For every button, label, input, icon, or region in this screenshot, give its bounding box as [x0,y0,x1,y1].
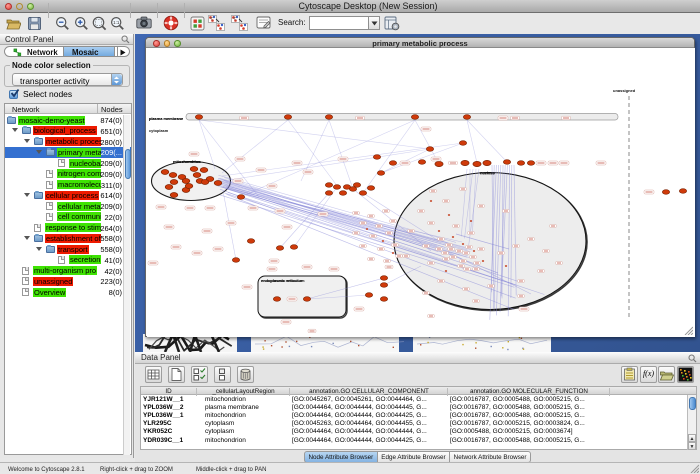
svg-text:mitochondrion: mitochondrion [173,159,201,164]
svg-text:plasma membrane: plasma membrane [149,116,184,121]
svg-text:nucleus: nucleus [480,171,495,176]
svg-text:cytoplasm: cytoplasm [149,128,169,133]
svg-text:unassigned: unassigned [613,88,636,93]
svg-text:1:1: 1:1 [113,20,120,25]
svg-text:endoplasmic reticulum: endoplasmic reticulum [261,278,304,283]
